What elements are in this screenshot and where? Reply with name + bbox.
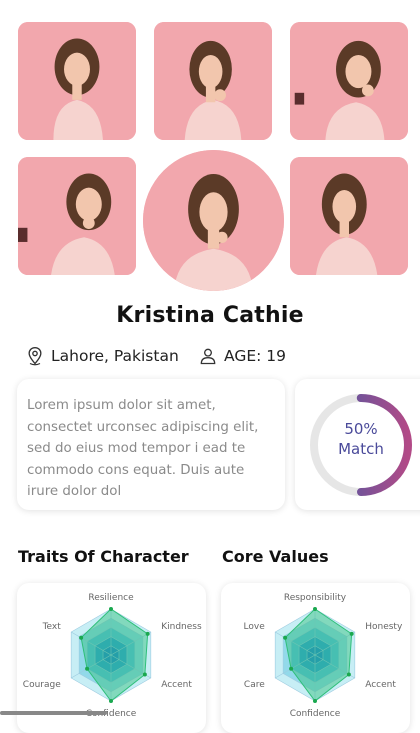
scrollbar[interactable] bbox=[0, 711, 107, 715]
traits-data-point bbox=[145, 631, 150, 636]
match-percent: 50% bbox=[344, 420, 378, 438]
location-text: Lahore, Pakistan bbox=[51, 347, 179, 365]
traits-axis-label: Text bbox=[42, 622, 62, 632]
traits-data-point bbox=[85, 666, 90, 671]
traits-data-point bbox=[79, 635, 84, 640]
bio-card: Lorem ipsum dolor sit amet, consectet ur… bbox=[17, 379, 285, 510]
match-label-block: 50% Match bbox=[303, 419, 419, 459]
traits-axis-label: Accent bbox=[161, 680, 192, 690]
traits-axis-label: Resilience bbox=[88, 593, 134, 603]
values-axis-label: Accent bbox=[365, 680, 396, 690]
core-values-radar-chart: Responsibility Honesty Accent Confidence Car… bbox=[244, 593, 403, 719]
values-data-point bbox=[349, 631, 354, 636]
profile-age: AGE: 19 bbox=[198, 344, 286, 368]
values-axis-label: Responsibility bbox=[284, 593, 347, 603]
gallery-photo-1[interactable] bbox=[18, 22, 136, 140]
gallery-photo-4[interactable] bbox=[18, 157, 136, 275]
values-data-point bbox=[313, 699, 317, 703]
bio-text: Lorem ipsum dolor sit amet, consectet ur… bbox=[27, 398, 259, 499]
profile-name: Kristina Cathie bbox=[116, 303, 304, 328]
traits-data-point bbox=[109, 699, 113, 703]
values-axis-label: Honesty bbox=[365, 622, 403, 632]
values-data-point bbox=[346, 672, 351, 677]
gallery-photo-2[interactable] bbox=[154, 22, 272, 140]
gallery-photo-featured[interactable] bbox=[143, 150, 284, 291]
age-text: AGE: 19 bbox=[224, 347, 287, 365]
traits-axis-label: Courage bbox=[23, 680, 61, 690]
profile-location: Lahore, Pakistan bbox=[25, 344, 179, 368]
match-card: 50% Match bbox=[295, 379, 420, 510]
traits-data-point bbox=[142, 672, 147, 677]
gallery-photo-3[interactable] bbox=[290, 22, 408, 140]
match-label: Match bbox=[338, 440, 384, 458]
person-icon bbox=[200, 348, 216, 365]
values-data-point bbox=[283, 635, 288, 640]
core-values-radar-card: Responsibility Honesty Accent Confidence Car… bbox=[221, 583, 410, 733]
values-data-point bbox=[289, 666, 294, 671]
values-axis-label: Love bbox=[244, 622, 266, 632]
values-data-point bbox=[313, 607, 317, 611]
core-values-title: Core Values bbox=[222, 547, 329, 566]
values-axis-label: Care bbox=[244, 680, 265, 690]
traits-axis-label: Kindness bbox=[161, 622, 202, 632]
values-axis-label: Confidence bbox=[290, 709, 341, 719]
location-pin-icon bbox=[28, 346, 42, 366]
traits-data-point bbox=[109, 607, 113, 611]
traits-title: Traits Of Character bbox=[18, 547, 189, 566]
gallery-photo-6[interactable] bbox=[290, 157, 408, 275]
